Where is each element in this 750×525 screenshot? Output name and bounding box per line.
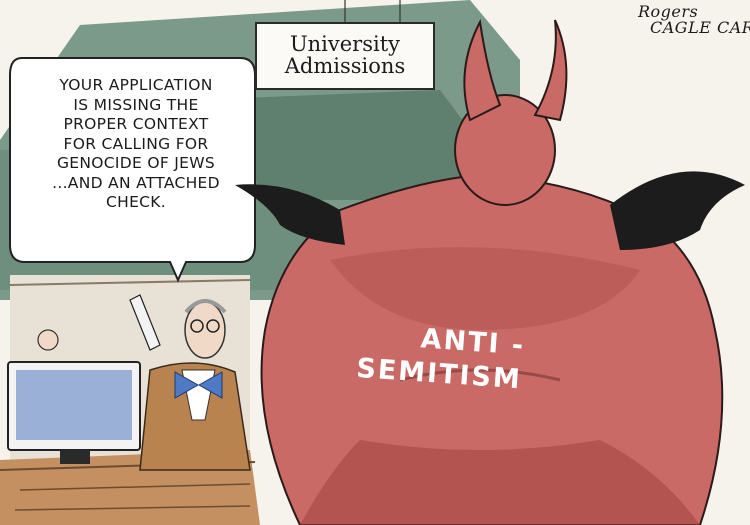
bubble-line: YOUR APPLICATION [59, 76, 213, 94]
bubble-line: IS MISSING THE [73, 95, 199, 114]
signature-line-2: CAGLE CARTOONS [650, 18, 750, 37]
bubble-line: GENOCIDE OF JEWS [56, 154, 216, 172]
university-admissions-sign: University Admissions [255, 22, 435, 90]
bubble-line: ...AND AN ATTACHED [52, 173, 220, 192]
sign-line-2: Admissions [284, 54, 406, 78]
bubble-line: PROPER CONTEXT [63, 115, 209, 133]
sign-line-1: University [289, 32, 401, 56]
bubble-line: CHECK. [106, 193, 166, 211]
cartoon-panel: University Admissions YOUR APPLICATION I… [0, 0, 750, 525]
bubble-line: FOR CALLING FOR [63, 134, 209, 153]
official-head [184, 301, 226, 359]
speech-bubble-text: YOUR APPLICATION IS MISSING THE PROPER C… [20, 76, 252, 213]
artist-signature: Rogers CAGLE CARTOONS [638, 4, 750, 37]
